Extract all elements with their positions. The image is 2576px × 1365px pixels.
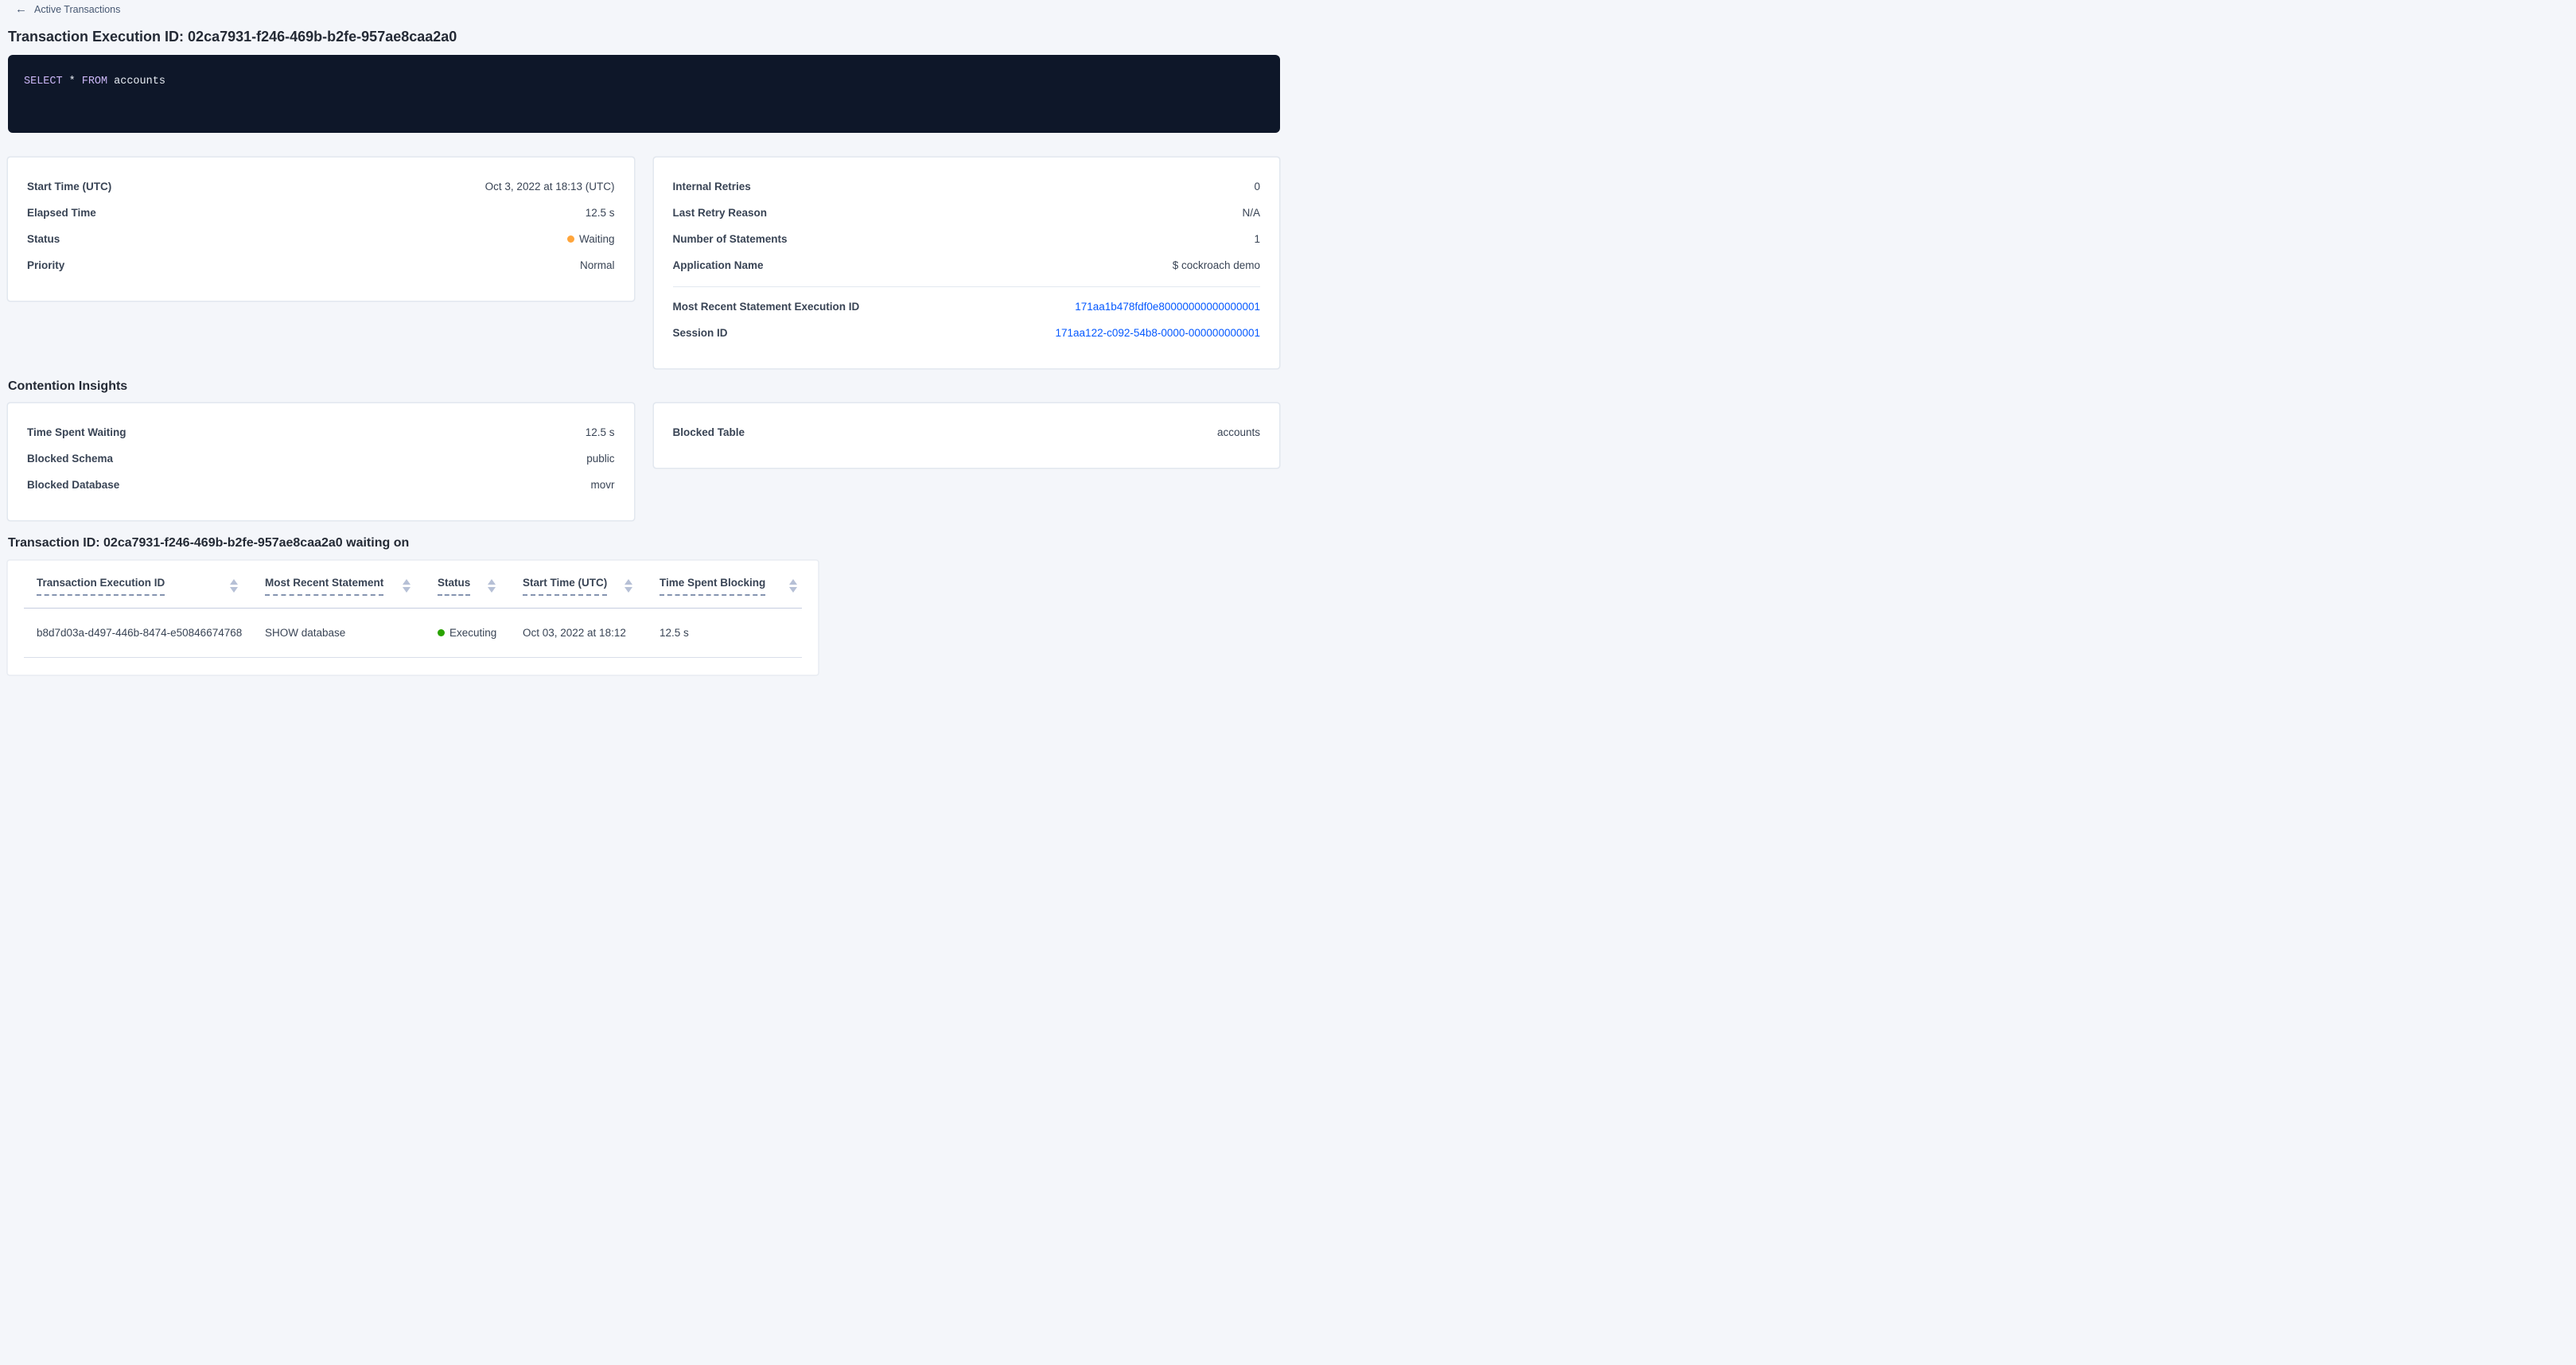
column-header-label[interactable]: Status	[438, 577, 470, 596]
card-divider	[673, 286, 1261, 287]
column-header-transaction-execution-id: Transaction Execution ID	[24, 564, 252, 608]
column-header-time-spent-blocking: Time Spent Blocking	[647, 564, 802, 608]
cell-status: Executing	[425, 627, 510, 639]
column-header-label[interactable]: Most Recent Statement	[265, 577, 383, 596]
waiting-transactions-table: Transaction Execution ID Most Recent Sta…	[7, 560, 819, 675]
back-link-label: Active Transactions	[34, 4, 120, 15]
row-value: $ cockroach demo	[1173, 259, 1260, 271]
summary-row: Application Name $ cockroach demo	[673, 252, 1261, 278]
sort-icon[interactable]	[230, 579, 238, 593]
column-header-most-recent-statement: Most Recent Statement	[252, 564, 425, 608]
contention-details-card: Time Spent Waiting 12.5 s Blocked Schema…	[7, 402, 635, 521]
row-label: Status	[27, 233, 60, 245]
row-value: public	[586, 453, 614, 465]
row-value: 1	[1254, 233, 1260, 245]
row-label: Blocked Database	[27, 479, 119, 491]
row-value: Oct 3, 2022 at 18:13 (UTC)	[485, 181, 615, 192]
blocked-table-card: Blocked Table accounts	[653, 402, 1281, 469]
statement-execution-id-link[interactable]: 171aa1b478fdf0e80000000000000001	[1075, 301, 1260, 313]
summary-row: Last Retry Reason N/A	[673, 200, 1261, 226]
summary-row: Most Recent Statement Execution ID 171aa…	[673, 294, 1261, 320]
column-header-label[interactable]: Start Time (UTC)	[523, 577, 607, 596]
column-header-status: Status	[425, 564, 510, 608]
sort-icon[interactable]	[789, 579, 797, 593]
sql-operator: *	[69, 76, 76, 88]
table-row[interactable]: b8d7d03a-d497-446b-8474-e50846674768 SHO…	[8, 609, 818, 657]
column-header-label[interactable]: Time Spent Blocking	[660, 577, 765, 596]
summary-row: Blocked Table accounts	[673, 419, 1261, 445]
transaction-summary-card: Start Time (UTC) Oct 3, 2022 at 18:13 (U…	[7, 157, 635, 301]
row-label: Application Name	[673, 259, 764, 271]
status-waiting-dot-icon	[567, 235, 574, 243]
page-title: Transaction Execution ID: 02ca7931-f246-…	[8, 29, 457, 45]
cell-start-time: Oct 03, 2022 at 18:12	[510, 627, 647, 639]
row-value: movr	[591, 479, 615, 491]
status-text: Executing	[449, 627, 496, 639]
summary-row: Blocked Schema public	[27, 445, 615, 472]
row-label: Time Spent Waiting	[27, 426, 126, 438]
summary-row: Elapsed Time 12.5 s	[27, 200, 615, 226]
cell-time-spent-blocking: 12.5 s	[647, 627, 802, 639]
summary-row: Number of Statements 1	[673, 226, 1261, 252]
summary-row: Status Waiting	[27, 226, 615, 252]
cell-transaction-execution-id: b8d7d03a-d497-446b-8474-e50846674768	[24, 627, 252, 639]
sql-keyword: SELECT	[24, 76, 63, 88]
row-label: Elapsed Time	[27, 207, 96, 219]
table-row-border	[24, 657, 802, 658]
back-link-active-transactions[interactable]: ← Active Transactions	[15, 3, 120, 15]
summary-cards-row: Start Time (UTC) Oct 3, 2022 at 18:13 (U…	[7, 157, 1280, 369]
status-text: Waiting	[579, 233, 615, 245]
column-header-start-time: Start Time (UTC)	[510, 564, 647, 608]
cell-most-recent-statement: SHOW database	[252, 627, 425, 639]
sql-identifier: accounts	[114, 76, 165, 88]
waiting-on-heading: Transaction ID: 02ca7931-f246-469b-b2fe-…	[8, 536, 409, 550]
sort-icon[interactable]	[403, 579, 411, 593]
row-label: Start Time (UTC)	[27, 181, 111, 192]
execution-details-card: Internal Retries 0 Last Retry Reason N/A…	[653, 157, 1281, 369]
sort-icon[interactable]	[488, 579, 496, 593]
session-id-link[interactable]: 171aa122-c092-54b8-0000-000000000001	[1056, 327, 1260, 339]
row-label: Last Retry Reason	[673, 207, 768, 219]
column-header-label[interactable]: Transaction Execution ID	[37, 577, 165, 596]
row-label: Priority	[27, 259, 64, 271]
summary-row: Priority Normal	[27, 252, 615, 278]
row-value: Normal	[580, 259, 615, 271]
row-label: Session ID	[673, 327, 728, 339]
status-value: Waiting	[567, 233, 615, 245]
sql-keyword: FROM	[82, 76, 107, 88]
row-label: Internal Retries	[673, 181, 751, 192]
summary-row: Session ID 171aa122-c092-54b8-0000-00000…	[673, 320, 1261, 346]
table-header-row: Transaction Execution ID Most Recent Sta…	[8, 561, 818, 608]
status-executing-dot-icon	[438, 629, 445, 636]
row-value: N/A	[1242, 207, 1260, 219]
sort-icon[interactable]	[625, 579, 632, 593]
row-value: 0	[1254, 181, 1260, 192]
summary-row: Blocked Database movr	[27, 472, 615, 498]
summary-row: Start Time (UTC) Oct 3, 2022 at 18:13 (U…	[27, 173, 615, 200]
arrow-left-icon: ←	[15, 3, 27, 15]
sql-statement: SELECT * FROM accounts	[24, 76, 172, 88]
contention-cards-row: Time Spent Waiting 12.5 s Blocked Schema…	[7, 402, 1280, 521]
row-label: Number of Statements	[673, 233, 788, 245]
row-label: Blocked Schema	[27, 453, 113, 465]
row-value: accounts	[1217, 426, 1260, 438]
row-label: Blocked Table	[673, 426, 745, 438]
row-value: 12.5 s	[586, 426, 615, 438]
row-label: Most Recent Statement Execution ID	[673, 301, 860, 313]
summary-row: Time Spent Waiting 12.5 s	[27, 419, 615, 445]
sql-statement-box: SELECT * FROM accounts	[8, 55, 1280, 133]
summary-row: Internal Retries 0	[673, 173, 1261, 200]
contention-insights-heading: Contention Insights	[8, 379, 127, 394]
row-value: 12.5 s	[586, 207, 615, 219]
